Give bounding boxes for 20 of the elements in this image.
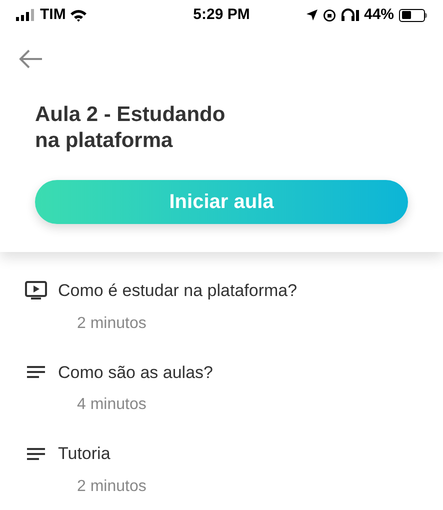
lesson-item-title[interactable]: Tutoria xyxy=(58,441,110,466)
headphones-icon xyxy=(340,8,359,22)
lesson-item-duration: 2 minutos xyxy=(77,314,148,334)
wifi-icon xyxy=(70,8,87,22)
battery-icon xyxy=(399,8,428,22)
lesson-item-title[interactable]: Como são as aulas? xyxy=(58,360,213,385)
text-lines-icon xyxy=(27,448,45,460)
signal-icon xyxy=(16,9,36,21)
lesson-item-title[interactable]: Como é estudar na plataforma? xyxy=(58,278,298,304)
lesson-title: Aula 2 - Estudando na plataforma xyxy=(35,102,226,154)
location-arrow-icon xyxy=(306,9,318,21)
text-lines-icon xyxy=(27,366,45,378)
lesson-item-duration: 2 minutos xyxy=(77,476,148,496)
carrier-name: TIM xyxy=(40,4,66,25)
lesson-item-duration: 4 minutos xyxy=(77,395,148,415)
clock-time: 5:29 PM xyxy=(193,4,250,25)
back-arrow-icon xyxy=(19,49,43,69)
battery-percent: 44% xyxy=(364,4,394,25)
video-icon xyxy=(25,281,47,300)
rotation-lock-icon xyxy=(322,8,336,22)
